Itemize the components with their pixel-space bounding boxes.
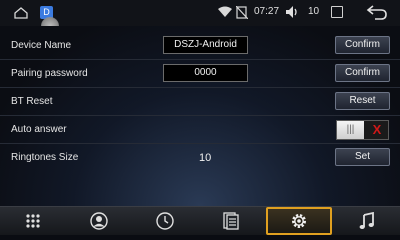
- toggle-knob[interactable]: |||: [337, 121, 364, 139]
- bt-reset-button[interactable]: Reset: [335, 92, 390, 110]
- settings-gear-icon: [292, 214, 306, 228]
- device-name-label: Device Name: [11, 40, 72, 51]
- ringtones-size-row: Ringtones Size 10 Set: [0, 144, 400, 172]
- auto-answer-label: Auto answer: [11, 124, 67, 135]
- pairing-password-confirm-button[interactable]: Confirm: [335, 64, 390, 82]
- device-name-field[interactable]: DSZJ-Android: [163, 36, 248, 54]
- clock-time: 07:27: [254, 6, 280, 17]
- toggle-off-icon: X: [372, 122, 382, 137]
- device-name-row: Device Name DSZJ-Android Confirm: [0, 32, 400, 60]
- ringtones-size-set-button[interactable]: Set: [335, 148, 390, 166]
- device-name-confirm-button[interactable]: Confirm: [335, 36, 390, 54]
- home-outline-icon[interactable]: [14, 6, 28, 20]
- tab-phonebook[interactable]: [198, 207, 264, 235]
- wifi-icon: [218, 6, 232, 17]
- auto-answer-row: Auto answer ||| X: [0, 116, 400, 144]
- contacts-icon: [90, 212, 108, 230]
- tab-contacts[interactable]: [66, 207, 132, 235]
- tab-settings[interactable]: [266, 207, 332, 235]
- tab-call-history[interactable]: [132, 207, 198, 235]
- call-history-icon: [156, 212, 174, 230]
- apps-grid-icon: [26, 214, 40, 228]
- ringtones-size-value: 10: [199, 152, 212, 164]
- pairing-password-field[interactable]: 0000: [163, 64, 248, 82]
- no-sim-icon: [236, 6, 248, 19]
- window-icon[interactable]: [331, 6, 343, 18]
- pairing-password-label: Pairing password: [11, 68, 88, 79]
- bluetooth-settings-panel: Device Name DSZJ-Android Confirm Pairing…: [0, 26, 400, 206]
- back-arrow-icon[interactable]: [366, 4, 388, 20]
- volume-level: 10: [308, 6, 320, 17]
- bt-reset-label: BT Reset: [11, 96, 53, 107]
- music-note-icon: [359, 212, 374, 229]
- ringtones-size-label: Ringtones Size: [11, 152, 79, 163]
- auto-answer-toggle[interactable]: ||| X: [336, 120, 389, 140]
- bt-reset-row: BT Reset Reset: [0, 88, 400, 116]
- tab-apps[interactable]: [0, 207, 66, 235]
- bottom-tab-bar: [0, 206, 400, 235]
- pairing-password-row: Pairing password 0000 Confirm: [0, 60, 400, 88]
- volume-icon[interactable]: [285, 5, 301, 19]
- phonebook-icon: [223, 212, 239, 230]
- tab-music[interactable]: [334, 207, 400, 235]
- status-bar: D 07:27 10: [0, 0, 400, 26]
